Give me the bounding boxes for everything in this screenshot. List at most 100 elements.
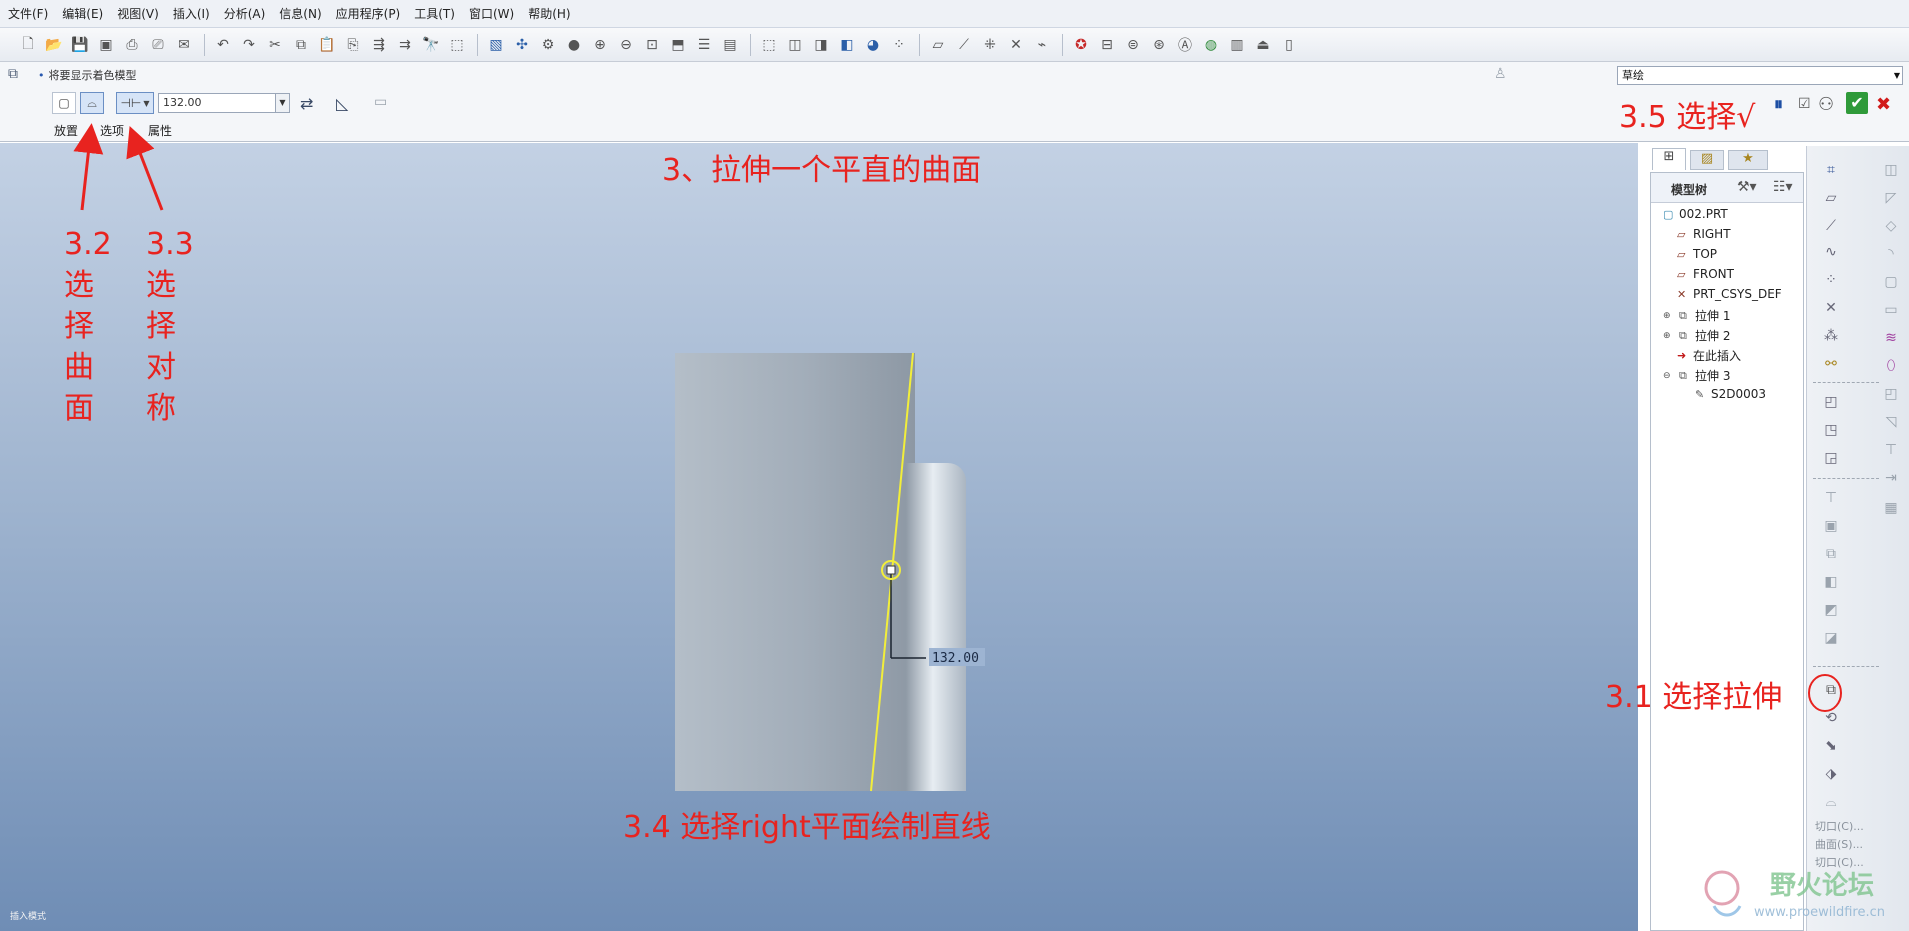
insert-here-arrow-icon[interactable]: ➜	[1677, 349, 1689, 362]
zoom-out-icon[interactable]: ⊖	[616, 35, 636, 55]
verify-glasses-icon[interactable]: ⚇	[1818, 94, 1834, 115]
menu-edit[interactable]: 编辑(E)	[62, 5, 103, 22]
find-icon[interactable]: 🔭	[421, 35, 441, 55]
tab-folder-browser[interactable]: ▨	[1690, 150, 1724, 170]
flip-direction-icon[interactable]: ⇄	[300, 94, 313, 113]
tree-item-sketch[interactable]: ✎ S2D0003	[1695, 387, 1766, 401]
preview-checkbox[interactable]: ☑	[1798, 96, 1811, 112]
warp-tool-icon[interactable]: ⬯	[1881, 356, 1901, 376]
redo-icon[interactable]: ↷	[239, 35, 259, 55]
appearance-icon[interactable]: ●	[564, 35, 584, 55]
zoom-in-icon[interactable]: ⊕	[590, 35, 610, 55]
sketch-filter-select[interactable]: 草绘 ▼	[1617, 66, 1903, 85]
tree-settings-icon[interactable]: ⚒▾	[1737, 179, 1757, 195]
chamfer-tool-icon[interactable]: ▭	[1881, 300, 1901, 320]
model-info-icon[interactable]: Ⓐ	[1175, 35, 1195, 55]
menu-help[interactable]: 帮助(H)	[528, 5, 570, 22]
draft-check-icon[interactable]: ⏏	[1253, 35, 1273, 55]
tree-item-extrude-2[interactable]: ⊕ ⧉ 拉伸 2	[1663, 327, 1730, 344]
tree-item-csys[interactable]: ✕ PRT_CSYS_DEF	[1677, 287, 1782, 301]
regenerate-icon[interactable]: ⇶	[369, 35, 389, 55]
quick-print-icon[interactable]: ⎚	[148, 35, 168, 55]
wireframe-icon[interactable]: ⬚	[759, 35, 779, 55]
tee-tool-icon[interactable]: ⊤	[1881, 440, 1901, 460]
mass-props-icon[interactable]: ⊛	[1149, 35, 1169, 55]
dimension-label[interactable]: 132.00	[932, 651, 979, 666]
datum-axes-display-icon[interactable]: ⟋	[954, 35, 974, 55]
thicken-tool-icon[interactable]: ◩	[1821, 600, 1841, 620]
new-file-icon[interactable]: 🗋	[18, 35, 38, 55]
menu-file[interactable]: 文件(F)	[8, 5, 48, 22]
datum-planes-display-icon[interactable]: ▱	[928, 35, 948, 55]
csys-display-icon[interactable]: ✕	[1006, 35, 1026, 55]
menu-tools[interactable]: 工具(T)	[414, 5, 455, 22]
tab-favorites[interactable]: ★	[1728, 150, 1768, 170]
cut-icon[interactable]: ✂	[265, 35, 285, 55]
menu-view[interactable]: 视图(V)	[117, 5, 159, 22]
enhanced-realism-icon[interactable]: ◕	[863, 35, 883, 55]
tree-item-right[interactable]: ▱ RIGHT	[1677, 227, 1731, 241]
saved-views-icon[interactable]: ☰	[694, 35, 714, 55]
measure-icon[interactable]: ⊟	[1097, 35, 1117, 55]
pause-icon[interactable]: ⏸	[1774, 94, 1783, 115]
shading-icon[interactable]: ◧	[837, 35, 857, 55]
mirror-icon[interactable]: ⊤	[1821, 488, 1841, 508]
refit-icon[interactable]: ⊡	[642, 35, 662, 55]
undo-icon[interactable]: ↶	[213, 35, 233, 55]
notes-icon[interactable]: ▯	[1279, 35, 1299, 55]
style-tool-icon[interactable]: ≋	[1881, 328, 1901, 348]
solid-type-button[interactable]: ▢	[52, 92, 76, 114]
solidify-icon[interactable]: ◪	[1821, 628, 1841, 648]
paste-special-icon[interactable]: ⎘	[343, 35, 363, 55]
menu-insert[interactable]: 插入(I)	[173, 5, 210, 22]
csys-tool-icon[interactable]: ✕	[1821, 298, 1841, 318]
repaint-icon[interactable]: ▧	[486, 35, 506, 55]
revolve-tool-icon[interactable]: ⟲	[1821, 708, 1841, 728]
sweep-tool-icon[interactable]: ⬊	[1821, 736, 1841, 756]
axis-tool-icon[interactable]: ⟋	[1821, 216, 1841, 236]
thicken-icon[interactable]: ▭	[374, 94, 387, 110]
hole-tool-icon[interactable]: ◫	[1881, 160, 1901, 180]
copy-icon[interactable]: ⧉	[291, 35, 311, 55]
reorient-icon[interactable]: ⬒	[668, 35, 688, 55]
tree-item-part[interactable]: ▢ 002.PRT	[1663, 207, 1728, 221]
tree-item-insert-here[interactable]: ➜ 在此插入	[1677, 347, 1741, 364]
tab-options[interactable]: 选项	[100, 122, 124, 139]
color-palette-icon[interactable]: ▥	[1227, 35, 1247, 55]
chevron-down-icon[interactable]: ▼	[275, 94, 289, 112]
offset-point-icon[interactable]: ⁂	[1821, 326, 1841, 346]
merge-icon[interactable]: ◲	[1821, 448, 1841, 468]
tab-model-tree[interactable]: ⊞	[1652, 148, 1686, 170]
round-tool-icon[interactable]: ▢	[1881, 272, 1901, 292]
datum-plane-tool-icon[interactable]: ⌗	[1821, 160, 1841, 180]
surface-type-button[interactable]: ⌓	[80, 92, 104, 114]
cut-menu-label[interactable]: 切口(C)...	[1815, 818, 1864, 834]
depth-value-input[interactable]: 132.00 ▼	[158, 93, 290, 113]
draft-tool-icon[interactable]: ◝	[1881, 244, 1901, 264]
extrude-tool-icon[interactable]: ⧉	[1821, 680, 1841, 700]
print-icon[interactable]: ⎙	[122, 35, 142, 55]
select-box-icon[interactable]: ⬚	[447, 35, 467, 55]
accept-button[interactable]: ✔	[1846, 92, 1868, 114]
tab-properties[interactable]: 属性	[148, 122, 172, 139]
sheet-tool-icon[interactable]: ◰	[1881, 384, 1901, 404]
expand-icon[interactable]: ⊕	[1663, 311, 1675, 321]
display-style-icon[interactable]: ⁘	[889, 35, 909, 55]
analysis-feature-icon[interactable]: ⚯	[1821, 354, 1841, 374]
remove-material-icon[interactable]: ◺	[336, 94, 348, 113]
spin-center-icon[interactable]: ✣	[512, 35, 532, 55]
tree-filter-icon[interactable]: ☷▾	[1773, 179, 1793, 195]
boundary-tool-icon[interactable]: ⌓	[1821, 792, 1841, 812]
offset-icon[interactable]: ◧	[1821, 572, 1841, 592]
tree-item-top[interactable]: ▱ TOP	[1677, 247, 1717, 261]
orient-mode-icon[interactable]: ⚙	[538, 35, 558, 55]
rib-tool-icon[interactable]: ◇	[1881, 216, 1901, 236]
trim-icon[interactable]: ◳	[1821, 420, 1841, 440]
menu-analysis[interactable]: 分析(A)	[224, 5, 266, 22]
regen-icon[interactable]: ✪	[1071, 35, 1091, 55]
point-display-icon[interactable]: ⁜	[980, 35, 1000, 55]
save-icon[interactable]: 💾	[70, 35, 90, 55]
tree-item-front[interactable]: ▱ FRONT	[1677, 267, 1734, 281]
sketch-vertex-handle[interactable]	[886, 565, 896, 575]
collapse-icon[interactable]: ⊖	[1663, 371, 1675, 381]
